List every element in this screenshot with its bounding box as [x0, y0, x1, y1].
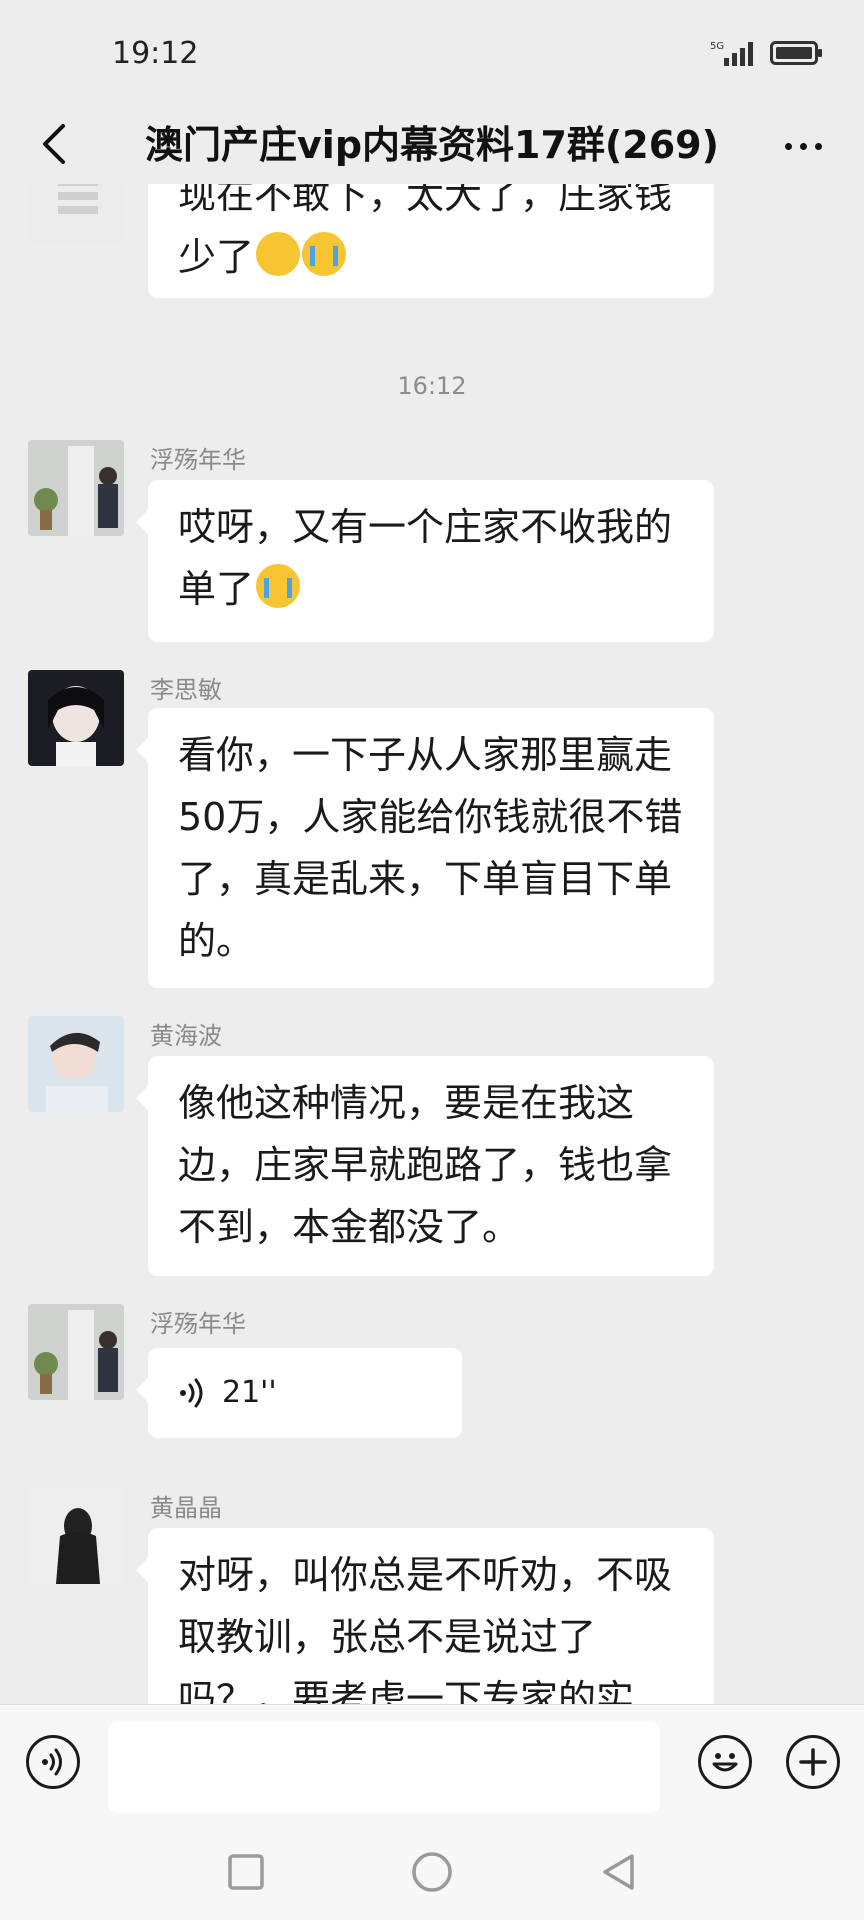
message-bubble[interactable]: 像他这种情况，要是在我这边，庄家早就跑路了，钱也拿不到，本金都没了。 — [136, 1056, 714, 1276]
sender-name: 黄海波 — [150, 1022, 222, 1050]
avatar-image — [28, 1016, 124, 1112]
plus-icon — [799, 1748, 827, 1776]
network-label: 5G — [710, 41, 724, 52]
voice-duration: 21'' — [222, 1375, 277, 1410]
back-nav-button[interactable] — [590, 1844, 646, 1900]
voice-icon — [42, 1748, 62, 1776]
status-icons: 5G — [710, 38, 824, 68]
avatar-image — [28, 1304, 124, 1400]
message-text: 哎呀，又有一个庄家不收我的单了 — [178, 505, 673, 611]
message-text: 看你，一下子从人家那里赢走50万，人家能给你钱就很不错了，真是乱来，下单盲目下单… — [178, 733, 683, 963]
message-text: 对呀，叫你总是不听劝，不吸取教训，张总不是说过了吗？，要考虑一下专家的实 — [178, 1553, 673, 1704]
signal-icon: 5G — [710, 41, 753, 66]
avatar[interactable] — [28, 440, 124, 536]
message-text: 像他这种情况，要是在我这边，庄家早就跑路了，钱也拿不到，本金都没了。 — [178, 1081, 673, 1249]
avatar[interactable] — [28, 670, 124, 766]
system-nav-bar — [0, 1824, 864, 1920]
avatar[interactable] — [28, 1016, 124, 1112]
battery-icon — [770, 41, 822, 65]
chat-title: 澳门产庄vip内幕资料17群(269) — [145, 123, 719, 167]
avatar-image — [28, 184, 124, 244]
more-dot-icon — [799, 142, 807, 150]
chat-area[interactable]: 现在不敢下，太大了，庄家钱少了 16:12 浮殇年华 哎呀，又有一个庄家不收我的… — [0, 184, 864, 1704]
status-bar: 19:12 5G — [0, 0, 864, 104]
avatar[interactable] — [28, 1488, 124, 1584]
message-bubble[interactable]: 现在不敢下，太大了，庄家钱少了 — [148, 184, 714, 298]
title-bar: 澳门产庄vip内幕资料17群(269) — [0, 104, 864, 184]
more-options-button[interactable] — [768, 116, 838, 176]
message-text: 现在不敢下，太大了，庄家钱少了 — [178, 184, 673, 279]
input-bar — [0, 1704, 864, 1825]
avatar-image — [28, 670, 124, 766]
voice-wave-icon — [180, 1378, 203, 1408]
laughing-crying-emoji-icon — [302, 232, 347, 276]
voice-input-button[interactable] — [26, 1735, 80, 1789]
more-dot-icon — [784, 142, 792, 150]
voice-message-bubble[interactable]: 21'' — [136, 1348, 462, 1438]
avatar[interactable] — [28, 184, 124, 244]
sender-name: 李思敏 — [150, 676, 222, 704]
sender-name: 黄晶晶 — [150, 1494, 222, 1522]
smiley-icon — [712, 1753, 738, 1772]
status-time: 19:12 — [112, 36, 199, 71]
triangle-back-icon — [603, 1854, 634, 1890]
message-bubble[interactable]: 对呀，叫你总是不听劝，不吸取教训，张总不是说过了吗？，要考虑一下专家的实 — [136, 1528, 714, 1704]
avatar-image — [28, 440, 124, 536]
recent-apps-button[interactable] — [218, 1844, 274, 1900]
timestamp: 16:12 — [397, 372, 467, 400]
crying-emoji-icon — [256, 564, 301, 608]
more-functions-button[interactable] — [786, 1735, 840, 1789]
message-input[interactable] — [108, 1721, 660, 1813]
sender-name: 浮殇年华 — [150, 446, 246, 474]
emoji-button[interactable] — [698, 1735, 752, 1789]
avatar-image — [28, 1488, 124, 1584]
message-bubble[interactable]: 哎呀，又有一个庄家不收我的单了 — [136, 480, 714, 642]
thinking-emoji-icon — [256, 232, 301, 276]
message-bubble[interactable]: 看你，一下子从人家那里赢走50万，人家能给你钱就很不错了，真是乱来，下单盲目下单… — [136, 708, 714, 988]
home-button[interactable] — [404, 1844, 460, 1900]
circle-icon — [412, 1852, 452, 1892]
sender-name: 浮殇年华 — [150, 1310, 246, 1338]
square-icon — [228, 1854, 264, 1890]
more-dot-icon — [814, 142, 822, 150]
avatar[interactable] — [28, 1304, 124, 1400]
